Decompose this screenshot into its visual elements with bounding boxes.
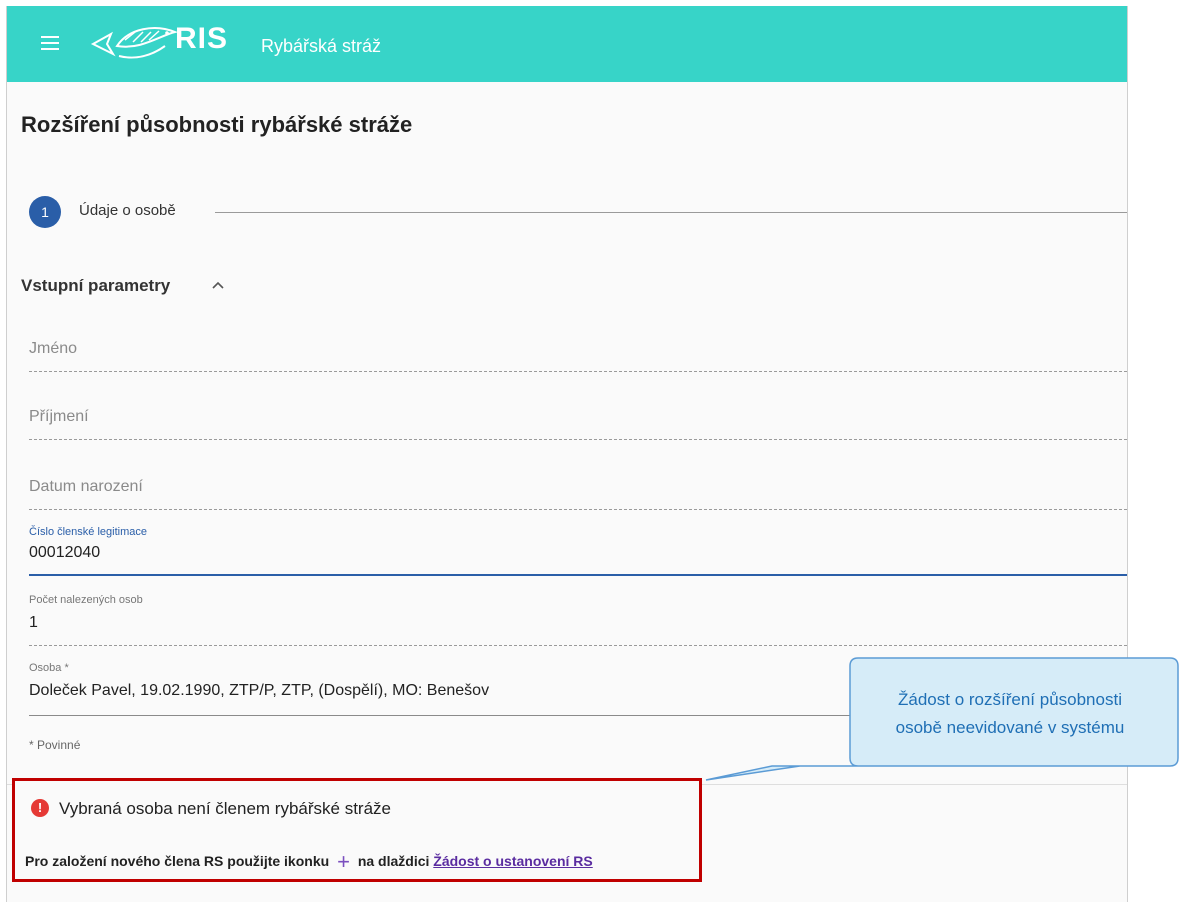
field-underline-focused bbox=[29, 574, 1127, 576]
birth-date-placeholder: Datum narození bbox=[29, 478, 143, 495]
birth-date-field[interactable]: Datum narození bbox=[29, 466, 1127, 510]
member-id-value[interactable]: 00012040 bbox=[29, 544, 100, 562]
alert-text-before: Pro založení nového člena RS použijte ik… bbox=[25, 853, 330, 869]
app-window: RIS Rybářská stráž Rozšíření působnosti … bbox=[6, 6, 1128, 902]
error-icon: ! bbox=[31, 799, 49, 817]
member-id-field[interactable]: Číslo členské legitimace 00012040 bbox=[29, 522, 1127, 576]
member-id-label: Číslo členské legitimace bbox=[29, 526, 147, 538]
field-underline bbox=[29, 509, 1127, 510]
page-title: Rozšíření působnosti rybářské stráže bbox=[21, 112, 413, 137]
step-label[interactable]: Údaje o osobě bbox=[79, 202, 176, 219]
step-number-badge[interactable]: 1 bbox=[29, 196, 61, 228]
alert-box: ! Vybraná osoba není členem rybářské str… bbox=[12, 778, 702, 882]
found-count-label: Počet nalezených osob bbox=[29, 594, 143, 606]
alert-text-middle: na dlaždici bbox=[357, 853, 430, 869]
first-name-placeholder: Jméno bbox=[29, 340, 78, 357]
section-title[interactable]: Vstupní parametry bbox=[21, 276, 170, 296]
found-count-field: Počet nalezených osob 1 bbox=[29, 590, 1127, 646]
alert-title: Vybraná osoba není členem rybářské stráž… bbox=[59, 799, 391, 818]
plus-icon: + bbox=[337, 849, 350, 874]
field-underline bbox=[29, 645, 1127, 646]
found-count-value: 1 bbox=[29, 614, 38, 631]
chevron-up-icon[interactable] bbox=[210, 279, 226, 291]
request-establishment-link[interactable]: Žádost o ustanovení RS bbox=[433, 853, 592, 869]
callout-text: Žádost o rozšíření působnosti osobě neev… bbox=[848, 686, 1172, 742]
last-name-placeholder: Příjmení bbox=[29, 408, 89, 425]
person-value[interactable]: Doleček Pavel, 19.02.1990, ZTP/P, ZTP, (… bbox=[29, 682, 489, 700]
logo-text: RIS bbox=[175, 22, 229, 55]
step-connector-line bbox=[215, 212, 1127, 213]
fish-logo-icon bbox=[90, 27, 179, 59]
callout-line-1: Žádost o rozšíření působnosti bbox=[898, 690, 1122, 709]
last-name-field[interactable]: Příjmení bbox=[29, 396, 1127, 440]
alert-text: Pro založení nového člena RS použijte ik… bbox=[25, 849, 593, 875]
app-title: Rybářská stráž bbox=[261, 36, 382, 56]
first-name-field[interactable]: Jméno bbox=[29, 328, 1127, 372]
menu-icon[interactable] bbox=[41, 36, 59, 50]
field-underline bbox=[29, 371, 1127, 372]
field-underline bbox=[29, 439, 1127, 440]
top-app-bar: RIS Rybářská stráž bbox=[7, 6, 1127, 82]
callout-line-2: osobě neevidované v systému bbox=[895, 718, 1125, 737]
person-label: Osoba * bbox=[29, 662, 69, 674]
required-note: * Povinné bbox=[29, 738, 81, 752]
